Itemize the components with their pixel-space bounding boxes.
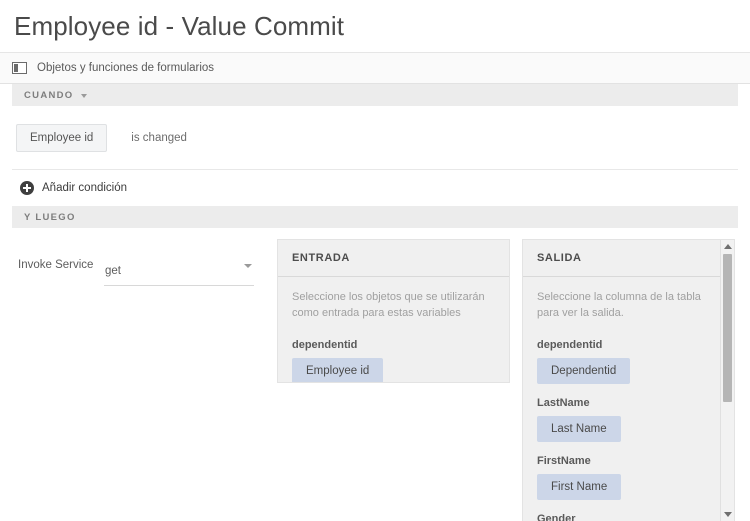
input-panel: ENTRADA Seleccione los objetos que se ut… <box>277 239 510 383</box>
output-field-group: LastName Last Name <box>537 397 720 442</box>
output-field-group: dependentid Dependentid <box>537 339 720 384</box>
output-panel-body: Seleccione la columna de la tabla para v… <box>523 277 734 521</box>
page-title: Employee id - Value Commit <box>14 11 345 41</box>
output-field-name: FirstName <box>537 455 591 467</box>
plus-circle-icon <box>20 181 34 195</box>
chevron-down-icon[interactable] <box>80 93 87 98</box>
output-field-chip[interactable]: Dependentid <box>537 358 631 384</box>
trigger-object-chip[interactable]: Employee id <box>16 124 108 152</box>
output-field-chip[interactable]: First Name <box>537 474 622 500</box>
input-panel-header: ENTRADA <box>278 240 509 277</box>
output-field-group: FirstName First Name <box>537 455 720 500</box>
panel-layout-icon[interactable] <box>12 62 27 74</box>
add-condition-label: Añadir condición <box>42 182 128 194</box>
output-field-group: Gender Gender <box>537 513 720 521</box>
output-panel-description: Seleccione la columna de la tabla para v… <box>537 291 701 319</box>
toolbar: Objetos y funciones de formularios <box>0 52 750 84</box>
input-field-name: dependentid <box>292 339 358 351</box>
input-panel-title: ENTRADA <box>292 252 350 264</box>
output-panel: SALIDA Seleccione la columna de la tabla… <box>522 239 735 521</box>
scroll-down-arrow-icon[interactable] <box>721 508 734 521</box>
service-select[interactable]: get <box>104 252 254 286</box>
service-select-value: get <box>105 265 121 277</box>
section-label-when: CUANDO <box>24 89 74 101</box>
output-field-name: dependentid <box>537 339 603 351</box>
value-commit-editor: Employee id - Value Commit Objetos y fun… <box>0 0 750 521</box>
input-panel-body: Seleccione los objetos que se utilizarán… <box>278 277 509 382</box>
input-field-chip[interactable]: Employee id <box>292 358 384 382</box>
output-field-name: Gender <box>537 513 576 521</box>
chevron-down-icon <box>244 264 252 268</box>
input-field-group: dependentid Employee id <box>292 339 495 382</box>
output-field-name: LastName <box>537 397 590 409</box>
add-condition-button[interactable]: Añadir condición <box>0 170 750 206</box>
invoke-service-label: Invoke Service <box>18 259 94 271</box>
output-panel-scrollbar[interactable] <box>720 240 734 521</box>
scroll-up-arrow-icon[interactable] <box>721 240 734 253</box>
when-condition-row: Employee id is changed <box>0 124 750 152</box>
section-header-when[interactable]: CUANDO <box>12 84 738 106</box>
scrollbar-thumb[interactable] <box>723 254 732 402</box>
title-bar: Employee id - Value Commit <box>0 0 750 52</box>
input-panel-description: Seleccione los objetos que se utilizarán… <box>292 291 485 319</box>
output-panel-title: SALIDA <box>537 252 582 264</box>
condition-text: is changed <box>131 132 187 144</box>
output-panel-header: SALIDA <box>523 240 734 277</box>
section-header-then[interactable]: Y LUEGO <box>12 206 738 228</box>
when-body: Employee id is changed <box>0 106 750 169</box>
output-field-chip[interactable]: Last Name <box>537 416 621 442</box>
section-label-then: Y LUEGO <box>24 211 76 223</box>
toolbar-label: Objetos y funciones de formularios <box>37 62 215 74</box>
